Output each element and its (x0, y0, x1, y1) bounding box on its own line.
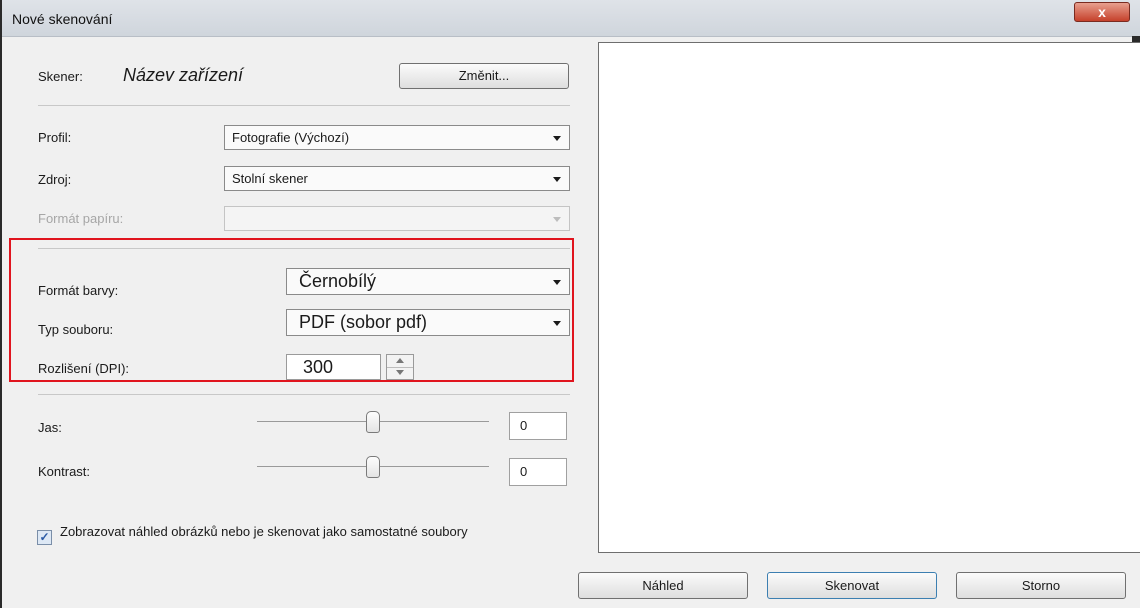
title-bar: Nové skenování x (2, 0, 1140, 37)
file-type-value: PDF (sobor pdf) (299, 312, 428, 332)
new-scan-dialog: Nové skenování x Skener: Název zařízení … (0, 0, 1140, 608)
contrast-slider-thumb[interactable] (366, 456, 380, 478)
chevron-down-icon (553, 216, 561, 222)
scan-button[interactable]: Skenovat (767, 572, 937, 599)
divider (38, 105, 570, 106)
chevron-down-icon (553, 279, 561, 285)
separate-files-label: Zobrazovat náhled obrázků nebo je skenov… (60, 524, 468, 539)
brightness-label: Jas: (38, 420, 62, 435)
profile-select[interactable]: Fotografie (Výchozí) (224, 125, 570, 150)
chevron-down-icon (553, 320, 561, 326)
preview-pane (598, 42, 1140, 553)
chevron-down-icon (553, 176, 561, 182)
file-type-select[interactable]: PDF (sobor pdf) (286, 309, 570, 336)
brightness-slider-thumb[interactable] (366, 411, 380, 433)
close-icon[interactable]: x (1074, 2, 1130, 22)
contrast-label: Kontrast: (38, 464, 91, 479)
color-format-select[interactable]: Černobílý (286, 268, 570, 295)
source-value: Stolní skener (232, 171, 308, 186)
paper-format-select (224, 206, 570, 231)
change-scanner-button[interactable]: Změnit... (399, 63, 569, 89)
dpi-spinner (386, 354, 414, 380)
paper-format-label: Formát papíru: (38, 211, 124, 226)
scanner-label: Skener: (38, 69, 83, 84)
source-label: Zdroj: (38, 172, 72, 187)
dpi-input[interactable]: 300 (286, 354, 381, 380)
contrast-value-input[interactable]: 0 (509, 458, 567, 486)
file-type-label: Typ souboru: (38, 322, 114, 337)
chevron-down-icon (553, 135, 561, 141)
profile-label: Profil: (38, 130, 72, 145)
spin-down-icon[interactable] (387, 367, 413, 379)
source-select[interactable]: Stolní skener (224, 166, 570, 191)
dpi-label: Rozlišení (DPI): (38, 361, 130, 376)
color-format-label: Formát barvy: (38, 283, 119, 298)
brightness-value-input[interactable]: 0 (509, 412, 567, 440)
profile-value: Fotografie (Výchozí) (232, 130, 350, 145)
preview-button[interactable]: Náhled (578, 572, 748, 599)
cancel-button[interactable]: Storno (956, 572, 1126, 599)
divider (38, 394, 570, 395)
scanner-device-name: Název zařízení (123, 65, 244, 85)
color-format-value: Černobílý (299, 271, 377, 291)
window-title: Nové skenování (12, 11, 113, 27)
separate-files-checkbox[interactable]: ✓ (37, 530, 52, 545)
